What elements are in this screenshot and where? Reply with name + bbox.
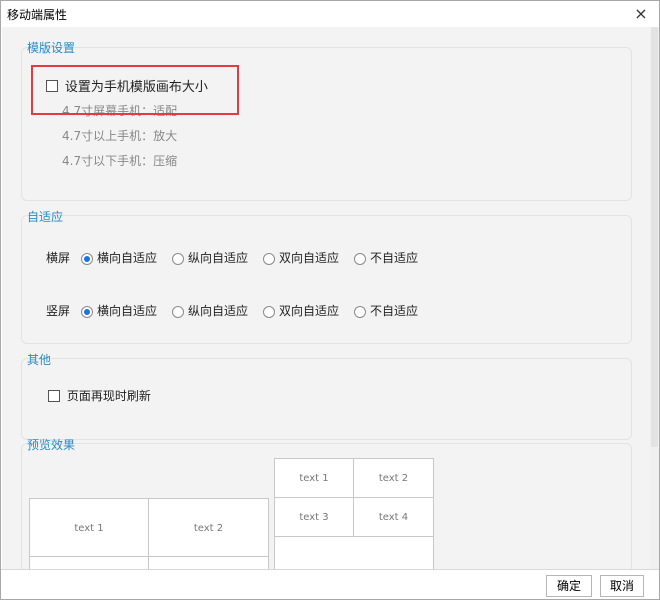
scrollbar-thumb[interactable] bbox=[651, 27, 658, 447]
preview-right-cell-5 bbox=[274, 536, 434, 569]
preview-left-cell-2: text 2 bbox=[148, 498, 269, 557]
dialog-title: 移动端属性 bbox=[7, 8, 68, 22]
option-label: 不自适应 bbox=[370, 304, 419, 318]
adaptive-legend: 自适应 bbox=[27, 210, 64, 224]
landscape-option-both[interactable]: 双向自适应 bbox=[263, 249, 339, 266]
option-label: 横向自适应 bbox=[97, 304, 158, 318]
preview-legend: 预览效果 bbox=[27, 438, 76, 452]
option-label: 不自适应 bbox=[370, 251, 419, 265]
option-label: 纵向自适应 bbox=[188, 251, 249, 265]
portrait-option-horizontal[interactable]: 横向自适应 bbox=[81, 302, 157, 319]
template-settings-legend: 模版设置 bbox=[27, 41, 76, 55]
option-label: 双向自适应 bbox=[279, 304, 340, 318]
dialog-footer: 确定 取消 bbox=[1, 569, 659, 599]
landscape-option-none[interactable]: 不自适应 bbox=[354, 249, 418, 266]
refresh-on-reappear-checkbox[interactable] bbox=[48, 389, 60, 402]
preview-right-cell-3: text 3 bbox=[274, 497, 354, 537]
option-label: 纵向自适应 bbox=[188, 304, 249, 318]
ok-button[interactable]: 确定 bbox=[546, 575, 592, 597]
landscape-option-horizontal[interactable]: 横向自适应 bbox=[81, 249, 157, 266]
preview-left-cell-3 bbox=[29, 556, 149, 569]
preview-left-cell-1: text 1 bbox=[29, 498, 149, 557]
portrait-option-none[interactable]: 不自适应 bbox=[354, 302, 418, 319]
option-label: 双向自适应 bbox=[279, 251, 340, 265]
portrait-radio-vertical[interactable] bbox=[172, 305, 184, 318]
title-bar: 移动端属性 × bbox=[1, 1, 659, 27]
other-legend: 其他 bbox=[27, 353, 52, 367]
landscape-radio-horizontal[interactable] bbox=[81, 252, 93, 265]
preview-right-cell-4: text 4 bbox=[353, 497, 434, 537]
landscape-radio-both[interactable] bbox=[263, 252, 275, 265]
hint-47-larger: 4.7寸以上手机：放大 bbox=[62, 129, 178, 143]
refresh-checkbox-row[interactable]: 页面再现时刷新 bbox=[48, 387, 151, 404]
landscape-label: 横屏 bbox=[46, 251, 71, 265]
preview-left-cell-4 bbox=[148, 556, 269, 569]
option-label: 横向自适应 bbox=[97, 251, 158, 265]
portrait-radio-horizontal[interactable] bbox=[81, 305, 93, 318]
landscape-option-vertical[interactable]: 纵向自适应 bbox=[172, 249, 248, 266]
portrait-radio-both[interactable] bbox=[263, 305, 275, 318]
portrait-option-both[interactable]: 双向自适应 bbox=[263, 302, 339, 319]
landscape-radio-vertical[interactable] bbox=[172, 252, 184, 265]
preview-right-cell-1: text 1 bbox=[274, 458, 354, 498]
portrait-option-vertical[interactable]: 纵向自适应 bbox=[172, 302, 248, 319]
close-icon[interactable]: × bbox=[631, 4, 651, 24]
mobile-properties-dialog: 移动端属性 × 模版设置 设置为手机模版画布大小 4.7寸屏幕手机：适配 4.7… bbox=[0, 0, 660, 600]
preview-right-cell-2: text 2 bbox=[353, 458, 434, 498]
vertical-scrollbar[interactable] bbox=[650, 27, 659, 569]
landscape-radio-none[interactable] bbox=[354, 252, 366, 265]
refresh-checkbox-label: 页面再现时刷新 bbox=[66, 389, 151, 403]
portrait-label: 竖屏 bbox=[46, 304, 71, 318]
hint-47-smaller: 4.7寸以下手机：压缩 bbox=[62, 154, 178, 168]
portrait-radio-none[interactable] bbox=[354, 305, 366, 318]
adaptive-group bbox=[21, 215, 632, 344]
highlight-box bbox=[31, 65, 239, 115]
cancel-button[interactable]: 取消 bbox=[600, 575, 644, 597]
